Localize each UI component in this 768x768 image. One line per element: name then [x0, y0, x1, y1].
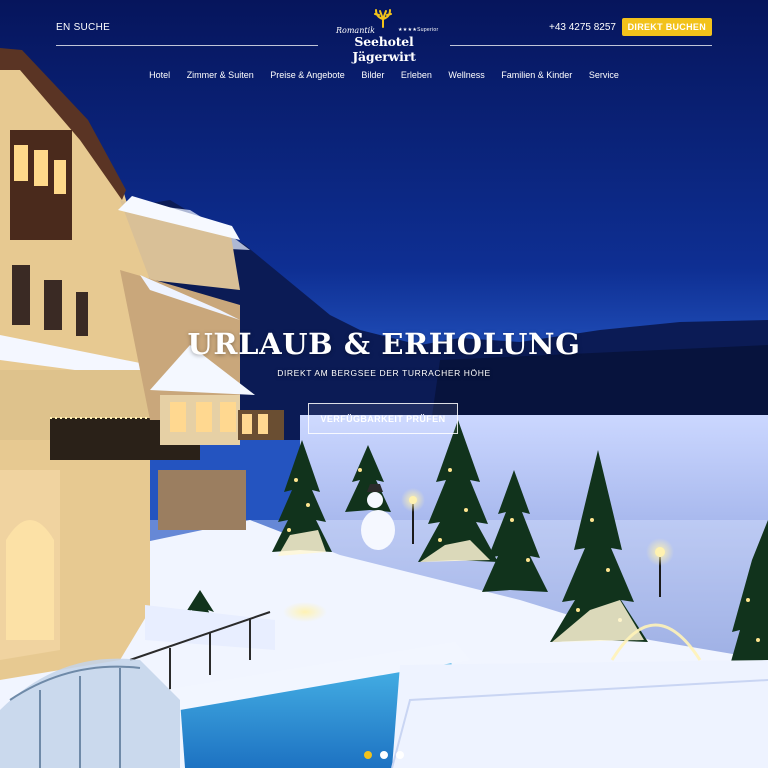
nav-item-wellness[interactable]: Wellness	[448, 70, 484, 80]
slider-dot-2[interactable]	[380, 751, 388, 759]
hero-title: URLAUB & ERHOLUNG	[187, 327, 581, 361]
nav-item-family[interactable]: Familien & Kinder	[501, 70, 572, 80]
nav-item-hotel[interactable]: Hotel	[149, 70, 170, 80]
nav-item-rooms[interactable]: Zimmer & Suiten	[187, 70, 254, 80]
header-divider-left	[56, 45, 318, 46]
hero-subtitle: DIREKT AM BERGSEE DER TURRACHER HÖHE	[277, 368, 491, 378]
header-divider-right	[450, 45, 712, 46]
nav-item-service[interactable]: Service	[589, 70, 619, 80]
slider-dot-3[interactable]	[396, 751, 404, 759]
slider-dot-1[interactable]	[364, 751, 372, 759]
language-search-link[interactable]: EN SUCHE	[56, 22, 110, 33]
check-availability-button[interactable]: VERFÜGBARKEIT PRÜFEN	[308, 403, 458, 434]
hero-background-image	[0, 0, 768, 768]
logo-stars: ★★★★Superior	[398, 27, 439, 33]
slider-pagination	[364, 751, 406, 761]
nav-item-experience[interactable]: Erleben	[401, 70, 432, 80]
deer-antler-icon	[374, 9, 392, 28]
top-bar: EN SUCHE Romantik ★★★★Superior Seehotel …	[56, 9, 712, 64]
main-nav: Hotel Zimmer & Suiten Preise & Angebote …	[0, 70, 768, 80]
book-direct-button[interactable]: DIREKT BUCHEN	[621, 18, 712, 36]
logo-name: Seehotel Jägerwirt	[352, 34, 416, 64]
hero-section: EN SUCHE Romantik ★★★★Superior Seehotel …	[0, 0, 768, 768]
nav-item-prices[interactable]: Preise & Angebote	[270, 70, 345, 80]
phone-link[interactable]: +43 4275 8257	[549, 22, 616, 33]
nav-item-pictures[interactable]: Bilder	[361, 70, 384, 80]
hotel-logo[interactable]: Romantik ★★★★Superior Seehotel Jägerwirt	[326, 8, 442, 64]
